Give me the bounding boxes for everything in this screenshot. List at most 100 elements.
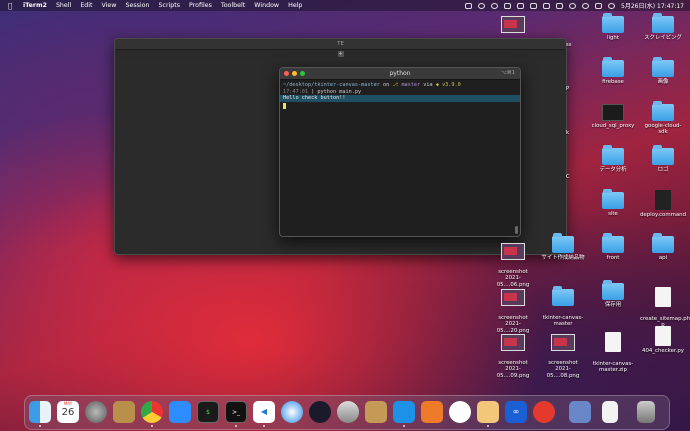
apple-menu-icon[interactable]:  xyxy=(8,2,14,10)
folder-icon xyxy=(652,101,674,121)
menubar-clock[interactable]: 5月26日(水) 17:47:17 xyxy=(621,1,684,10)
running-indicator xyxy=(403,425,405,427)
desktop-folder-site-deliverables[interactable]: サイト作成納品物 xyxy=(540,233,586,261)
dock-vscode-icon[interactable]: ◀ xyxy=(253,401,275,423)
menu-view[interactable]: View xyxy=(102,2,117,9)
minimize-window-button[interactable] xyxy=(292,71,297,76)
icon-label: deploy.command xyxy=(640,212,686,218)
program-output-line: Hello check button!! xyxy=(280,95,520,102)
desktop-screenshot-08[interactable]: screenshot 2021-05....08.png xyxy=(540,328,586,385)
dock-finder-icon[interactable] xyxy=(29,401,51,423)
dock-script-editor-icon[interactable] xyxy=(365,401,387,423)
screenshot-thumbnail-icon xyxy=(501,334,525,352)
dock-loop-icon[interactable]: ∞ xyxy=(505,401,527,423)
dock-preview-icon[interactable] xyxy=(477,401,499,423)
dock-sequel-icon[interactable] xyxy=(337,401,359,423)
desktop-folder-images[interactable]: 画像 xyxy=(640,57,686,85)
desktop-folder-site[interactable]: site xyxy=(590,189,636,217)
icon-label: api xyxy=(658,255,668,261)
terminal-output[interactable]: ~/desktop/tkinter-canvas-master on ⎇ mas… xyxy=(280,80,520,111)
desktop-exec-cloud-sql-proxy[interactable]: cloud_sql_proxy xyxy=(590,104,636,129)
zoom-window-button[interactable] xyxy=(300,71,305,76)
running-indicator xyxy=(151,425,153,427)
dock-chrome-icon[interactable] xyxy=(141,401,163,423)
desktop-file-404-checker[interactable]: 404_checker.py xyxy=(640,326,686,354)
dock-docker-icon[interactable] xyxy=(393,401,415,423)
desktop-screenshot-09[interactable]: screenshot 2021-05....09.png xyxy=(490,328,536,385)
window-shortcut-label: ⌥⌘1 xyxy=(501,70,515,76)
folder-icon xyxy=(602,145,624,165)
dock: MAY 26 $ >_ ◀ ∞ xyxy=(24,395,670,430)
dock-calendar-icon[interactable]: MAY 26 xyxy=(57,401,79,423)
icon-label: firebase xyxy=(602,79,624,85)
background-window-tabstrip: + xyxy=(115,50,566,58)
icon-label: cloud_sql_proxy xyxy=(591,123,635,129)
menu-shell[interactable]: Shell xyxy=(56,2,71,9)
terminal-scrollbar[interactable] xyxy=(515,226,518,234)
desktop-folder-scraping[interactable]: スクレイピング xyxy=(640,13,686,41)
menu-toolbelt[interactable]: Toolbelt xyxy=(221,2,245,9)
menu-edit[interactable]: Edit xyxy=(80,2,92,9)
php-file-icon xyxy=(655,287,671,308)
icon-label: ロゴ xyxy=(657,167,669,173)
python-window-titlebar[interactable]: python ⌥⌘1 xyxy=(280,68,520,80)
desktop-folder-firebase[interactable]: firebase xyxy=(590,57,636,85)
text-input-icon[interactable] xyxy=(530,2,537,9)
dock-archive-utility-icon[interactable] xyxy=(113,401,135,423)
dock-activity-monitor-icon[interactable]: $ xyxy=(197,401,219,423)
new-tab-plus-icon[interactable]: + xyxy=(337,51,344,57)
control-center-icon[interactable] xyxy=(595,2,602,9)
prompt-line: ~/desktop/tkinter-canvas-master on ⎇ mas… xyxy=(283,82,517,89)
desktop-file-tkinter-zip[interactable]: tkinter-canvas- master.zip xyxy=(590,326,636,380)
close-window-button[interactable] xyxy=(284,71,289,76)
icon-label: 画像 xyxy=(657,79,669,85)
dock-trash-icon[interactable] xyxy=(637,401,655,423)
folder-icon xyxy=(652,233,674,253)
python-terminal-window[interactable]: python ⌥⌘1 ~/desktop/tkinter-canvas-mast… xyxy=(279,67,521,237)
prompt-time: 17:47:01 xyxy=(283,88,308,95)
desktop-folder-gcloud-sdk[interactable]: google-cloud-sdk xyxy=(640,101,686,136)
menu-profiles[interactable]: Profiles xyxy=(189,2,212,9)
siri-icon[interactable] xyxy=(608,2,615,9)
dock-sourcetree-icon[interactable] xyxy=(421,401,443,423)
prompt-python-version: v3.9.0 xyxy=(442,82,461,88)
desktop-folder-api[interactable]: api xyxy=(640,233,686,261)
wifi-icon[interactable] xyxy=(569,2,576,9)
menu-app-name[interactable]: iTerm2 xyxy=(23,2,47,9)
dock-clock-icon[interactable] xyxy=(533,401,555,423)
desktop-folder-data-analysis[interactable]: データ分析 xyxy=(590,145,636,173)
desktop-folder-logo[interactable]: ロゴ xyxy=(640,145,686,173)
menu-scripts[interactable]: Scripts xyxy=(159,2,181,9)
battery-icon[interactable] xyxy=(556,2,563,9)
search-icon[interactable] xyxy=(582,2,589,9)
dock-system-preferences-icon[interactable] xyxy=(85,401,107,423)
dock-terminal-icon[interactable]: >_ xyxy=(225,401,247,423)
icon-label: 404_checker.py xyxy=(642,348,684,354)
desktop-folder-front[interactable]: front xyxy=(590,233,636,261)
partial-label-3: k xyxy=(566,130,570,136)
dock-proxyman-icon[interactable] xyxy=(309,401,331,423)
dock-safari-icon[interactable] xyxy=(281,401,303,423)
menu-window[interactable]: Window xyxy=(254,2,279,9)
creative-cloud-icon[interactable] xyxy=(478,2,485,9)
icon-label: サイト作成納品物 xyxy=(541,255,585,261)
menu-session[interactable]: Session xyxy=(125,2,149,9)
desktop-screenshot-top[interactable] xyxy=(490,16,536,35)
menu-help[interactable]: Help xyxy=(288,2,302,9)
desktop-folder-tkinter-canvas-master[interactable]: tkinter-canvas- master xyxy=(540,283,586,334)
screenshot-thumbnail-icon xyxy=(501,289,525,307)
dock-document-icon[interactable] xyxy=(602,401,618,423)
desktop-file-deploy-command[interactable]: deploy.command xyxy=(640,190,686,218)
desktop-folder-storage[interactable]: 保存用 xyxy=(590,280,636,308)
dock-screenshot-folder-icon[interactable] xyxy=(569,401,591,423)
upload-icon[interactable] xyxy=(517,2,524,9)
background-window-titlebar[interactable]: TE xyxy=(115,39,566,50)
bluetooth-icon[interactable] xyxy=(543,2,550,9)
keyboard-icon[interactable] xyxy=(504,2,511,9)
dock-postgres-icon[interactable] xyxy=(449,401,471,423)
desktop-folder-light[interactable]: light xyxy=(590,13,636,41)
display-icon[interactable] xyxy=(465,2,472,9)
dock-zoom-icon[interactable] xyxy=(169,401,191,423)
folder-icon xyxy=(602,13,624,33)
dashboard-icon[interactable] xyxy=(491,2,498,9)
